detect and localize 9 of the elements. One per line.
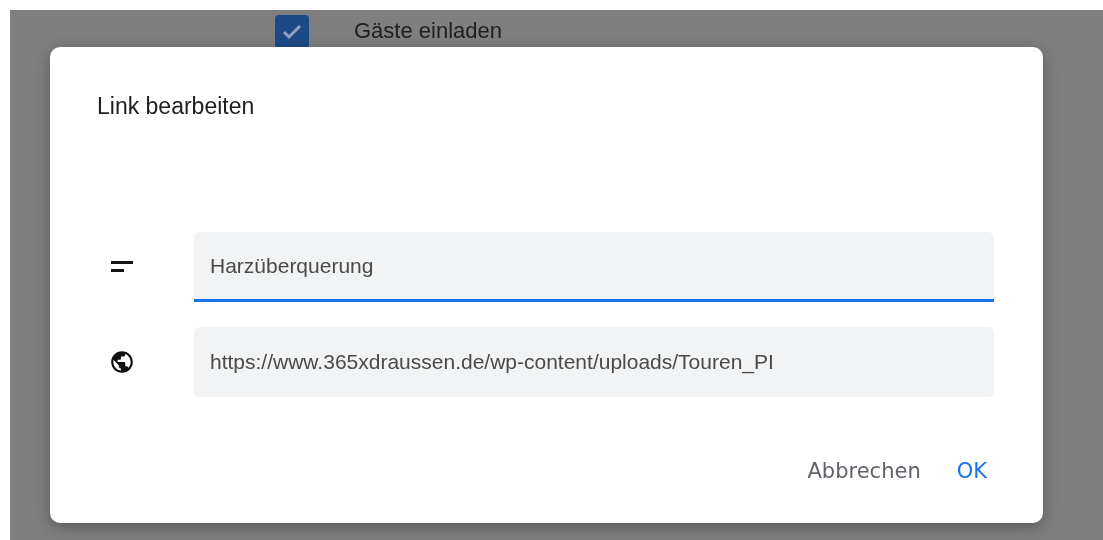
url-field[interactable]: https://www.365xdraussen.de/wp-content/uploads/Touren_PI xyxy=(194,327,994,397)
globe-icon xyxy=(109,349,135,375)
checkbox[interactable] xyxy=(275,15,309,49)
cancel-button[interactable]: Abbrechen xyxy=(799,451,929,491)
checkbox-label: Gäste einladen xyxy=(354,17,502,45)
short-text-icon xyxy=(111,261,133,273)
ok-button[interactable]: OK xyxy=(948,451,995,491)
dialog-title: Link bearbeiten xyxy=(97,93,256,120)
text-field[interactable]: Harzüberquerung xyxy=(194,232,994,302)
